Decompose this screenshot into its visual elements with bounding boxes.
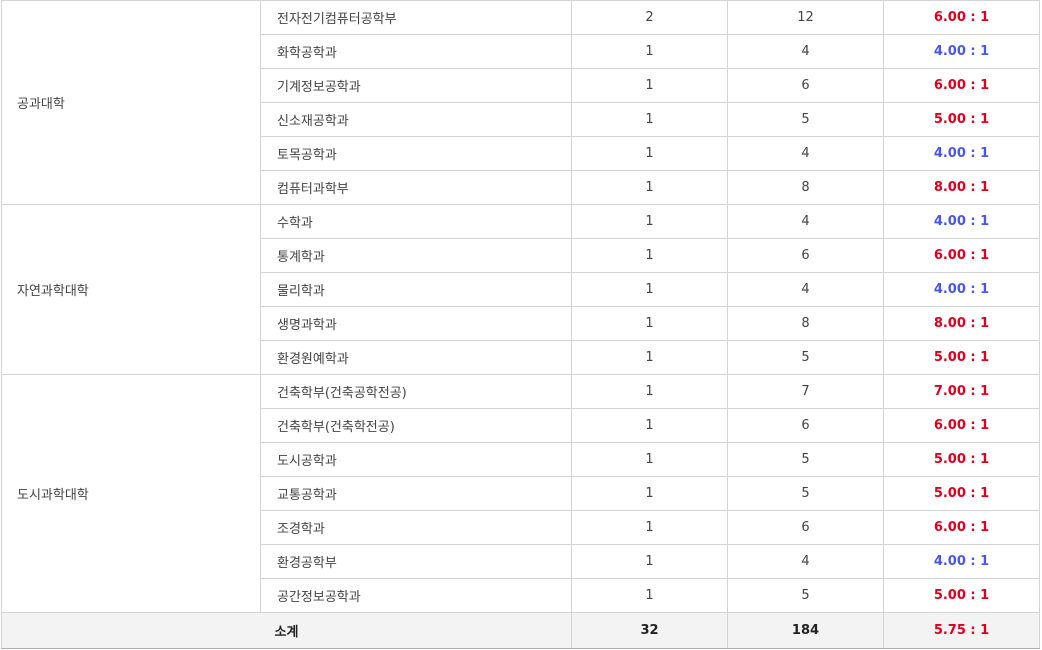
department-cell: 환경공학부 xyxy=(260,544,572,579)
quota-cell: 1 xyxy=(571,374,728,409)
department-cell: 전자전기컴퓨터공학부 xyxy=(260,0,572,35)
department-cell: 도시공학과 xyxy=(260,442,572,477)
applicants-cell: 4 xyxy=(727,136,884,171)
ratio-cell: 7.00 : 1 xyxy=(883,374,1040,409)
department-cell: 공간정보공학과 xyxy=(260,578,572,613)
applicants-cell: 4 xyxy=(727,272,884,307)
applicants-cell: 5 xyxy=(727,102,884,137)
applicants-cell: 6 xyxy=(727,238,884,273)
department-cell: 화학공학과 xyxy=(260,34,572,69)
department-cell: 기계정보공학과 xyxy=(260,68,572,103)
total-row: 소계 32 184 5.75 : 1 xyxy=(1,612,1040,649)
ratio-cell: 5.00 : 1 xyxy=(883,442,1040,477)
ratio-cell: 5.00 : 1 xyxy=(883,476,1040,511)
ratio-cell: 5.00 : 1 xyxy=(883,102,1040,137)
quota-cell: 1 xyxy=(571,170,728,205)
department-cell: 건축학부(건축공학전공) xyxy=(260,374,572,409)
quota-cell: 1 xyxy=(571,204,728,239)
total-applicants: 184 xyxy=(727,612,884,649)
ratio-cell: 8.00 : 1 xyxy=(883,170,1040,205)
quota-cell: 1 xyxy=(571,136,728,171)
quota-cell: 1 xyxy=(571,306,728,341)
total-label: 소계 xyxy=(1,612,572,649)
college-cell: 자연과학대학 xyxy=(1,204,261,375)
total-quota: 32 xyxy=(571,612,728,649)
college-cell: 공과대학 xyxy=(1,0,261,205)
quota-cell: 1 xyxy=(571,476,728,511)
ratio-cell: 6.00 : 1 xyxy=(883,68,1040,103)
department-cell: 수학과 xyxy=(260,204,572,239)
table-row: 도시과학대학 건축학부(건축공학전공) 1 7 7.00 : 1 xyxy=(1,374,1040,613)
ratio-cell: 5.00 : 1 xyxy=(883,340,1040,375)
ratio-cell: 6.00 : 1 xyxy=(883,0,1040,35)
ratio-cell: 8.00 : 1 xyxy=(883,306,1040,341)
department-cell: 토목공학과 xyxy=(260,136,572,171)
applicants-cell: 5 xyxy=(727,442,884,477)
total-ratio: 5.75 : 1 xyxy=(883,612,1040,649)
quota-cell: 1 xyxy=(571,272,728,307)
applicants-cell: 8 xyxy=(727,306,884,341)
ratio-cell: 4.00 : 1 xyxy=(883,204,1040,239)
department-cell: 건축학부(건축학전공) xyxy=(260,408,572,443)
quota-cell: 1 xyxy=(571,68,728,103)
applicants-cell: 6 xyxy=(727,510,884,545)
applicants-cell: 5 xyxy=(727,476,884,511)
ratio-cell: 4.00 : 1 xyxy=(883,34,1040,69)
quota-cell: 1 xyxy=(571,510,728,545)
ratio-cell: 6.00 : 1 xyxy=(883,238,1040,273)
applicants-cell: 6 xyxy=(727,68,884,103)
ratio-cell: 5.00 : 1 xyxy=(883,578,1040,613)
quota-cell: 1 xyxy=(571,578,728,613)
table-row: 공과대학 전자전기컴퓨터공학부 2 12 6.00 : 1 xyxy=(1,0,1040,205)
competition-ratio-table: 공과대학 전자전기컴퓨터공학부 2 12 6.00 : 1 화학공학과 1 4 … xyxy=(1,0,1040,649)
applicants-cell: 7 xyxy=(727,374,884,409)
quota-cell: 1 xyxy=(571,34,728,69)
department-cell: 물리학과 xyxy=(260,272,572,307)
applicants-cell: 6 xyxy=(727,408,884,443)
applicants-cell: 4 xyxy=(727,204,884,239)
college-cell: 도시과학대학 xyxy=(1,374,261,613)
applicants-cell: 4 xyxy=(727,544,884,579)
ratio-cell: 4.00 : 1 xyxy=(883,544,1040,579)
department-cell: 생명과학과 xyxy=(260,306,572,341)
applicants-cell: 5 xyxy=(727,340,884,375)
quota-cell: 1 xyxy=(571,442,728,477)
ratio-cell: 4.00 : 1 xyxy=(883,136,1040,171)
ratio-cell: 4.00 : 1 xyxy=(883,272,1040,307)
department-cell: 조경학과 xyxy=(260,510,572,545)
quota-cell: 2 xyxy=(571,0,728,35)
table-body: 공과대학 전자전기컴퓨터공학부 2 12 6.00 : 1 화학공학과 1 4 … xyxy=(1,0,1040,649)
department-cell: 통계학과 xyxy=(260,238,572,273)
department-cell: 컴퓨터과학부 xyxy=(260,170,572,205)
department-cell: 교통공학과 xyxy=(260,476,572,511)
quota-cell: 1 xyxy=(571,408,728,443)
quota-cell: 1 xyxy=(571,340,728,375)
applicants-cell: 5 xyxy=(727,578,884,613)
ratio-cell: 6.00 : 1 xyxy=(883,510,1040,545)
applicants-cell: 4 xyxy=(727,34,884,69)
table-row: 자연과학대학 수학과 1 4 4.00 : 1 xyxy=(1,204,1040,375)
quota-cell: 1 xyxy=(571,544,728,579)
department-cell: 환경원예학과 xyxy=(260,340,572,375)
ratio-cell: 6.00 : 1 xyxy=(883,408,1040,443)
applicants-cell: 12 xyxy=(727,0,884,35)
department-cell: 신소재공학과 xyxy=(260,102,572,137)
quota-cell: 1 xyxy=(571,238,728,273)
quota-cell: 1 xyxy=(571,102,728,137)
applicants-cell: 8 xyxy=(727,170,884,205)
